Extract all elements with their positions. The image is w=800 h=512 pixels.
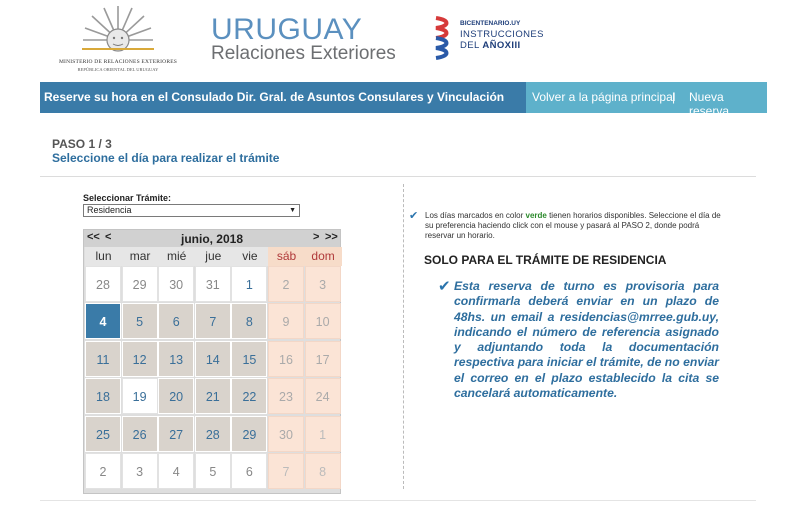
bicentenario-line3-a: DEL [460, 40, 483, 51]
nav-title: Reserve su hora en el Consulado Dir. Gra… [44, 90, 505, 104]
new-reservation-link[interactable]: Nueva reserva [689, 90, 767, 118]
nav-separator: | [672, 90, 676, 104]
next-year-button[interactable]: >> [325, 231, 338, 243]
info-text-green: verde [525, 211, 547, 220]
calendar-day: 2 [85, 453, 121, 489]
tramite-label: Seleccionar Trámite: [83, 193, 172, 203]
tramite-selected-value: Residencia [87, 205, 132, 215]
step-number: PASO 1 / 3 [52, 137, 112, 151]
check-icon: ✔ [409, 210, 419, 222]
residencia-title: SOLO PARA EL TRÁMITE DE RESIDENCIA [424, 253, 667, 267]
calendar-day[interactable]: 26 [121, 415, 158, 452]
calendar-day: 9 [268, 303, 304, 340]
calendar-day[interactable]: 12 [121, 340, 158, 377]
bicentenario-line2: INSTRUCCIONES [460, 29, 544, 40]
tramite-select[interactable]: Residencia ▼ [83, 204, 300, 217]
calendar-day[interactable]: 28 [194, 415, 231, 452]
calendar-day: 2 [268, 266, 304, 302]
republic-name: REPÚBLICA ORIENTAL DEL URUGUAY [77, 67, 159, 72]
back-to-main-link[interactable]: Volver a la página principal [532, 90, 675, 104]
nav-links: Volver a la página principal | Nueva res… [526, 82, 767, 118]
check-icon: ✔ [438, 278, 451, 295]
bicentenario-brand: BICENTENARIO.UY [460, 20, 521, 27]
calendar-day[interactable]: 19 [121, 378, 158, 415]
calendar-day: 23 [268, 378, 304, 415]
site-subtitle: Relaciones Exteriores [211, 43, 396, 64]
site-title: URUGUAY [211, 13, 363, 46]
calendar-day[interactable]: 8 [231, 303, 268, 340]
calendar-day: 29 [121, 266, 158, 302]
weekday-header: lun [85, 247, 122, 266]
calendar-day[interactable]: 11 [85, 340, 121, 377]
calendar-day[interactable]: 18 [85, 378, 121, 415]
calendar-day[interactable]: 14 [194, 340, 231, 377]
navbar: Reserve su hora en el Consulado Dir. Gra… [40, 82, 767, 118]
divider [40, 176, 756, 177]
prev-year-button[interactable]: << [87, 231, 100, 243]
weekday-header: jue [194, 247, 232, 266]
info-text-before: Los días marcados en color [425, 211, 526, 220]
calendar-day: 4 [158, 453, 195, 489]
calendar-day: 1 [304, 415, 341, 452]
calendar-day[interactable]: 25 [85, 415, 121, 452]
weekday-header: mié [158, 247, 196, 266]
weekday-header: mar [121, 247, 159, 266]
calendar-day: 28 [85, 266, 121, 302]
site-header: MINISTERIO DE RELACIONES EXTERIORES REPÚ… [0, 0, 800, 82]
calendar-day: 24 [304, 378, 341, 415]
calendar-day[interactable]: 7 [194, 303, 231, 340]
column-divider [403, 184, 404, 489]
ministry-name: MINISTERIO DE RELACIONES EXTERIORES [58, 59, 178, 65]
calendar-day: 30 [158, 266, 195, 302]
calendar-day[interactable]: 15 [231, 340, 268, 377]
step-description: Seleccione el día para realizar el trámi… [52, 151, 280, 165]
weekday-header: vie [231, 247, 269, 266]
residencia-notice: Esta reserva de turno es provisoria para… [454, 279, 719, 401]
calendar-day[interactable]: 21 [194, 378, 231, 415]
weekday-header: sáb [268, 247, 305, 266]
calendar-day[interactable]: 5 [121, 303, 158, 340]
calendar-day[interactable]: 22 [231, 378, 268, 415]
bicentenario-ribbon-icon [435, 16, 449, 60]
calendar-day: 3 [121, 453, 158, 489]
bicentenario-line3: DEL AÑOXIII [460, 40, 521, 51]
calendar-day: 10 [304, 303, 341, 340]
calendar: junio, 2018 << < > >> lun mar mié jue vie sáb… [83, 229, 342, 494]
calendar-day: 31 [194, 266, 231, 302]
bicentenario-line3-b: AÑOXIII [482, 40, 521, 51]
calendar-day[interactable]: 20 [158, 378, 195, 415]
calendar-day: 17 [304, 340, 341, 377]
calendar-day: 6 [231, 453, 268, 489]
footer-divider [40, 500, 756, 501]
calendar-day: 7 [268, 453, 304, 489]
dropdown-arrow-icon: ▼ [289, 207, 296, 214]
calendar-day[interactable]: 27 [158, 415, 195, 452]
calendar-month-label: junio, 2018 [180, 232, 244, 246]
calendar-day: 16 [268, 340, 304, 377]
weekday-header: dom [304, 247, 342, 266]
calendar-day: 8 [304, 453, 341, 489]
calendar-day[interactable]: 13 [158, 340, 195, 377]
calendar-day[interactable]: 29 [231, 415, 268, 452]
info-text: Los días marcados en color verde tienen … [425, 211, 725, 241]
next-month-button[interactable]: > [313, 231, 319, 243]
ministry-logo[interactable]: MINISTERIO DE RELACIONES EXTERIORES REPÚ… [52, 4, 184, 76]
calendar-day: 30 [268, 415, 304, 452]
calendar-day[interactable]: 1 [231, 266, 268, 302]
calendar-header: junio, 2018 << < > >> [84, 230, 340, 247]
sun-of-may-icon [82, 6, 154, 52]
calendar-day[interactable]: 4 [85, 303, 121, 340]
prev-month-button[interactable]: < [105, 231, 111, 243]
calendar-day[interactable]: 6 [158, 303, 195, 340]
calendar-day: 5 [194, 453, 231, 489]
calendar-day: 3 [304, 266, 341, 302]
